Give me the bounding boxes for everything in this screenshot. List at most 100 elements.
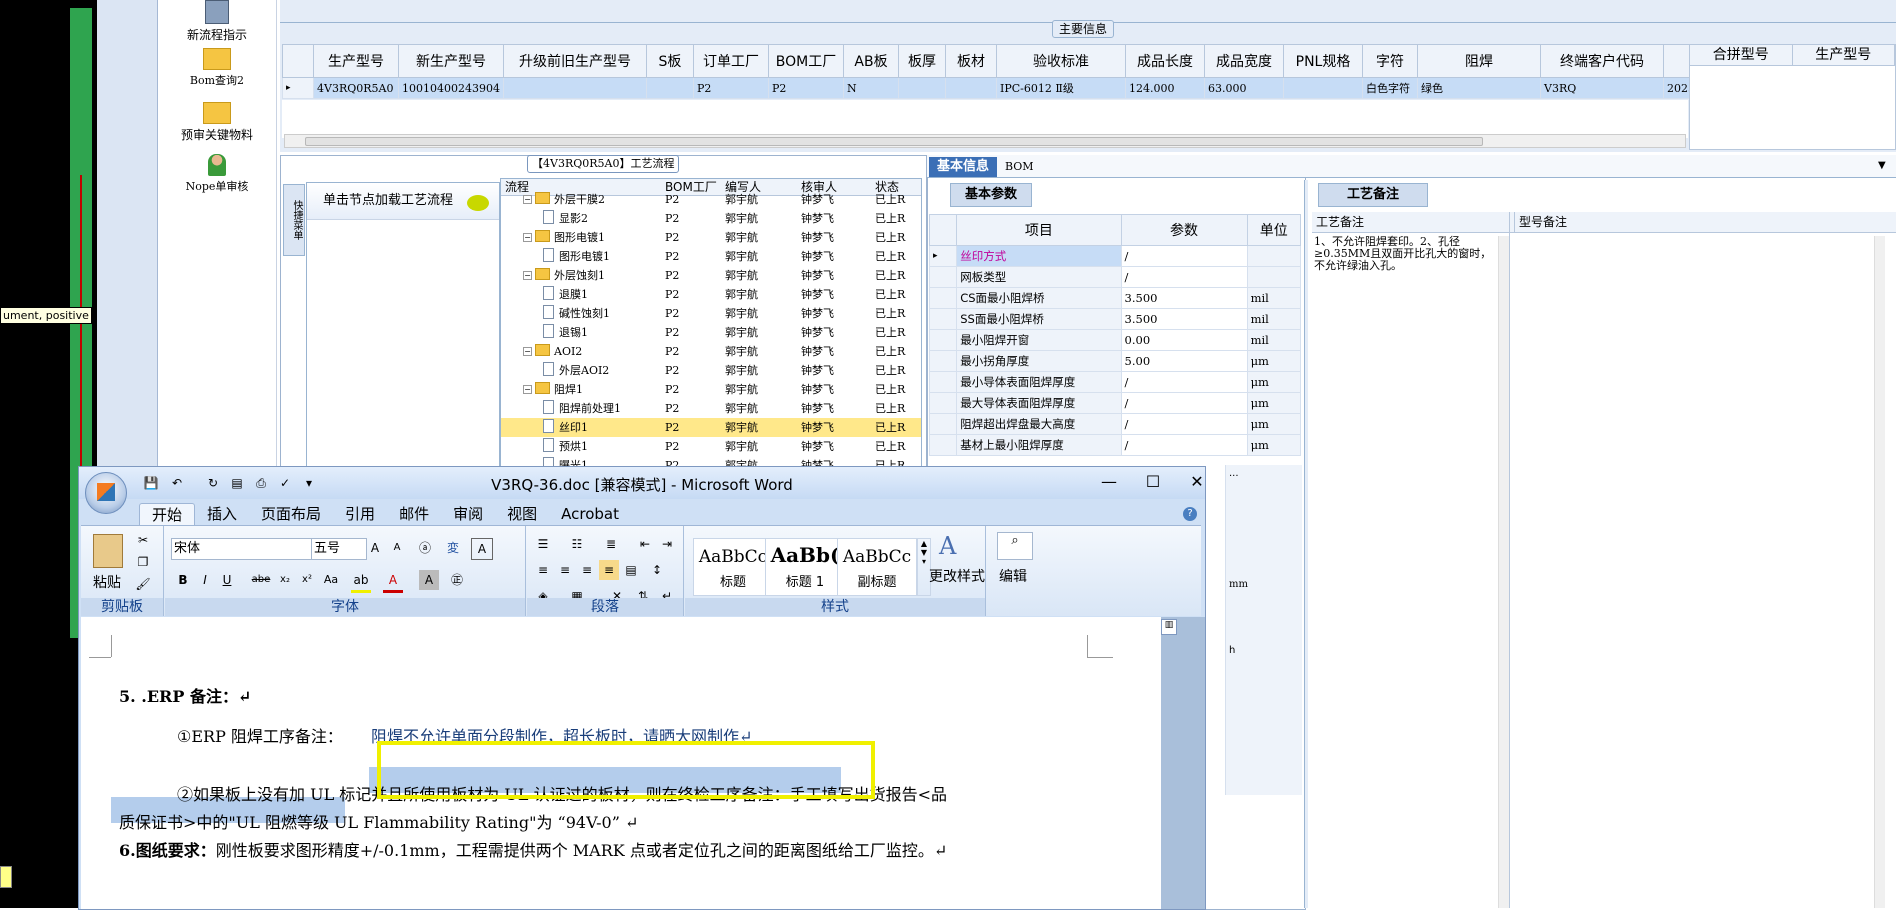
table-cell[interactable]: 124.000 <box>1125 77 1205 99</box>
quick-menu-tab[interactable]: 快捷菜单 <box>283 184 305 256</box>
column-header[interactable]: 生产型号 <box>313 44 399 78</box>
tree-node[interactable]: − 图形电镀1 P2 郭宇航 钟梦飞 已上R <box>501 228 921 247</box>
bold-icon[interactable]: B <box>173 570 193 590</box>
column-header[interactable]: 订单工厂 <box>693 44 769 78</box>
column-header[interactable]: 参数 <box>1120 214 1248 246</box>
change-case-icon[interactable]: Aa <box>321 570 341 590</box>
help-icon[interactable]: ? <box>1183 507 1197 521</box>
tree-node[interactable]: 外层AOI2 P2 郭宇航 钟梦飞 已上R <box>501 361 921 380</box>
tree-node[interactable]: − 外层蚀刻1 P2 郭宇航 钟梦飞 已上R <box>501 266 921 285</box>
scrollbar-thumb[interactable] <box>305 137 1483 146</box>
tree-node[interactable]: 退锡1 P2 郭宇航 钟梦飞 已上R <box>501 323 921 342</box>
process-remark-text[interactable]: 1、不允许阻焊套印。2、孔径≥0.35MM且双面开比孔大的窗时，不允许绿油入孔。 <box>1314 236 1500 272</box>
align-center-icon[interactable]: ≡ <box>555 560 575 580</box>
tree-node[interactable]: 预烘1 P2 郭宇航 钟梦飞 已上R <box>501 437 921 456</box>
char-border-icon[interactable]: A <box>471 538 493 560</box>
column-header[interactable]: 验收标准 <box>996 44 1126 78</box>
table-cell[interactable] <box>945 77 997 99</box>
document-page[interactable]: 5. .ERP 备注：↵ ①ERP 阻焊工序备注： 阻焊不允许单面分段制作，超长… <box>81 617 1161 909</box>
tree-node[interactable]: 图形电镀1 P2 郭宇航 钟梦飞 已上R <box>501 247 921 266</box>
param-value[interactable]: / <box>1120 371 1248 393</box>
table-cell[interactable]: 白色字符 <box>1362 77 1418 99</box>
font-color-icon[interactable]: A <box>383 570 403 593</box>
table-cell[interactable]: N <box>843 77 899 99</box>
grow-font-icon[interactable]: A <box>365 538 385 558</box>
style-subtitle[interactable]: AaBbCc 副标题 <box>837 538 917 596</box>
vertical-scrollbar[interactable] <box>1498 236 1509 908</box>
column-header[interactable]: 合拼型号 <box>1690 45 1793 65</box>
format-painter-icon[interactable]: 🖌 <box>133 574 153 594</box>
superscript-icon[interactable]: x² <box>297 570 317 590</box>
tree-node[interactable]: − 阻焊1 P2 郭宇航 钟梦飞 已上R <box>501 380 921 399</box>
minimize-button[interactable]: — <box>1089 471 1129 493</box>
nav-item-nope-review[interactable]: Nope单审核 <box>158 154 276 194</box>
table-cell[interactable]: 10010400243904 <box>398 77 504 99</box>
param-value[interactable]: / <box>1120 245 1248 267</box>
print-icon[interactable]: ⎙ <box>253 475 269 491</box>
customize-qat-icon[interactable]: ▾ <box>301 475 317 491</box>
param-row[interactable]: 最小导体表面阻焊厚度 / μm <box>928 371 1302 393</box>
undo-icon[interactable]: ↶ <box>169 475 185 491</box>
tab-process-remarks[interactable]: 工艺备注 <box>1318 183 1429 207</box>
table-cell[interactable] <box>503 77 647 99</box>
column-header[interactable]: 阻焊 <box>1417 44 1541 78</box>
change-styles-icon[interactable]: A <box>939 532 956 560</box>
param-value[interactable]: / <box>1120 434 1248 456</box>
ruler-toggle-icon[interactable]: ▥ <box>1161 619 1177 635</box>
table-cell[interactable]: 63.000 <box>1204 77 1284 99</box>
tab-references[interactable]: 引用 <box>333 503 387 525</box>
tab-basic-info[interactable]: 基本信息 <box>929 157 998 177</box>
column-header[interactable]: PNL规格 <box>1283 44 1363 78</box>
param-row[interactable]: ▸ 丝印方式 / <box>928 245 1302 267</box>
tab-acrobat[interactable]: Acrobat <box>549 503 631 525</box>
align-left-icon[interactable]: ≡ <box>533 560 553 580</box>
save-icon[interactable]: 💾 <box>143 475 159 491</box>
column-header[interactable]: 板材 <box>945 44 997 78</box>
copy-icon[interactable]: ❐ <box>133 552 153 572</box>
close-button[interactable]: ✕ <box>1177 471 1217 493</box>
font-size-select[interactable]: 五号 <box>311 538 367 560</box>
style-heading1[interactable]: AaBb( 标题 1 <box>765 538 845 596</box>
increase-indent-icon[interactable]: ⇥ <box>657 534 677 554</box>
column-header[interactable]: BOM工厂 <box>768 44 844 78</box>
param-value[interactable]: 0.00 <box>1120 329 1248 351</box>
italic-icon[interactable]: I <box>195 570 215 590</box>
param-row[interactable]: 阻焊超出焊盘最大高度 / μm <box>928 413 1302 435</box>
column-header[interactable]: 字符 <box>1362 44 1418 78</box>
subscript-icon[interactable]: x₂ <box>275 570 295 590</box>
table-cell[interactable] <box>898 77 946 99</box>
justify-icon[interactable]: ≡ <box>599 560 619 580</box>
tab-mailings[interactable]: 邮件 <box>387 503 441 525</box>
edit-button[interactable]: 编辑 <box>999 566 1027 586</box>
multilevel-list-icon[interactable]: ≣ <box>601 534 621 554</box>
change-styles-button[interactable]: 更改样式 <box>929 566 985 586</box>
param-value[interactable]: 5.00 <box>1120 350 1248 372</box>
phonetic-icon[interactable]: 変 <box>443 538 463 558</box>
nav-item-bom-query[interactable]: Bom查询2 <box>158 48 276 88</box>
param-value[interactable]: / <box>1120 266 1248 288</box>
param-row[interactable]: CS面最小阻焊桥 3.500 mil <box>928 287 1302 309</box>
column-header[interactable]: 型号备注 <box>1515 212 1567 232</box>
tree-node[interactable]: 显影2 P2 郭宇航 钟梦飞 已上R <box>501 209 921 228</box>
column-header[interactable]: AB板 <box>843 44 899 78</box>
highlight-icon[interactable]: ab <box>351 570 371 593</box>
column-header[interactable]: 成品宽度 <box>1204 44 1284 78</box>
table-cell[interactable]: IPC-6012 Ⅱ级 <box>996 77 1126 99</box>
table-cell[interactable]: P2 <box>768 77 844 99</box>
tab-page-layout[interactable]: 页面布局 <box>249 503 333 525</box>
column-header[interactable]: 升级前旧生产型号 <box>503 44 647 78</box>
tree-node[interactable]: − 外层干膜2 P2 郭宇航 钟梦飞 已上R <box>501 190 921 209</box>
param-row[interactable]: 网板类型 / <box>928 266 1302 288</box>
table-cell[interactable]: P2 <box>693 77 769 99</box>
line-spacing-icon[interactable]: ↕ <box>647 560 667 580</box>
param-row[interactable]: 最小阻焊开窗 0.00 mil <box>928 329 1302 351</box>
numbering-icon[interactable]: ☷ <box>567 534 587 554</box>
param-value[interactable]: / <box>1120 392 1248 414</box>
align-right-icon[interactable]: ≡ <box>577 560 597 580</box>
tab-home[interactable]: 开始 <box>139 503 196 525</box>
param-value[interactable]: 3.500 <box>1120 287 1248 309</box>
enclose-char-icon[interactable]: ㊣ <box>447 570 467 590</box>
collapse-icon[interactable]: − <box>523 233 532 242</box>
column-header[interactable]: 项目 <box>956 214 1122 246</box>
cut-icon[interactable]: ✂ <box>133 530 153 550</box>
